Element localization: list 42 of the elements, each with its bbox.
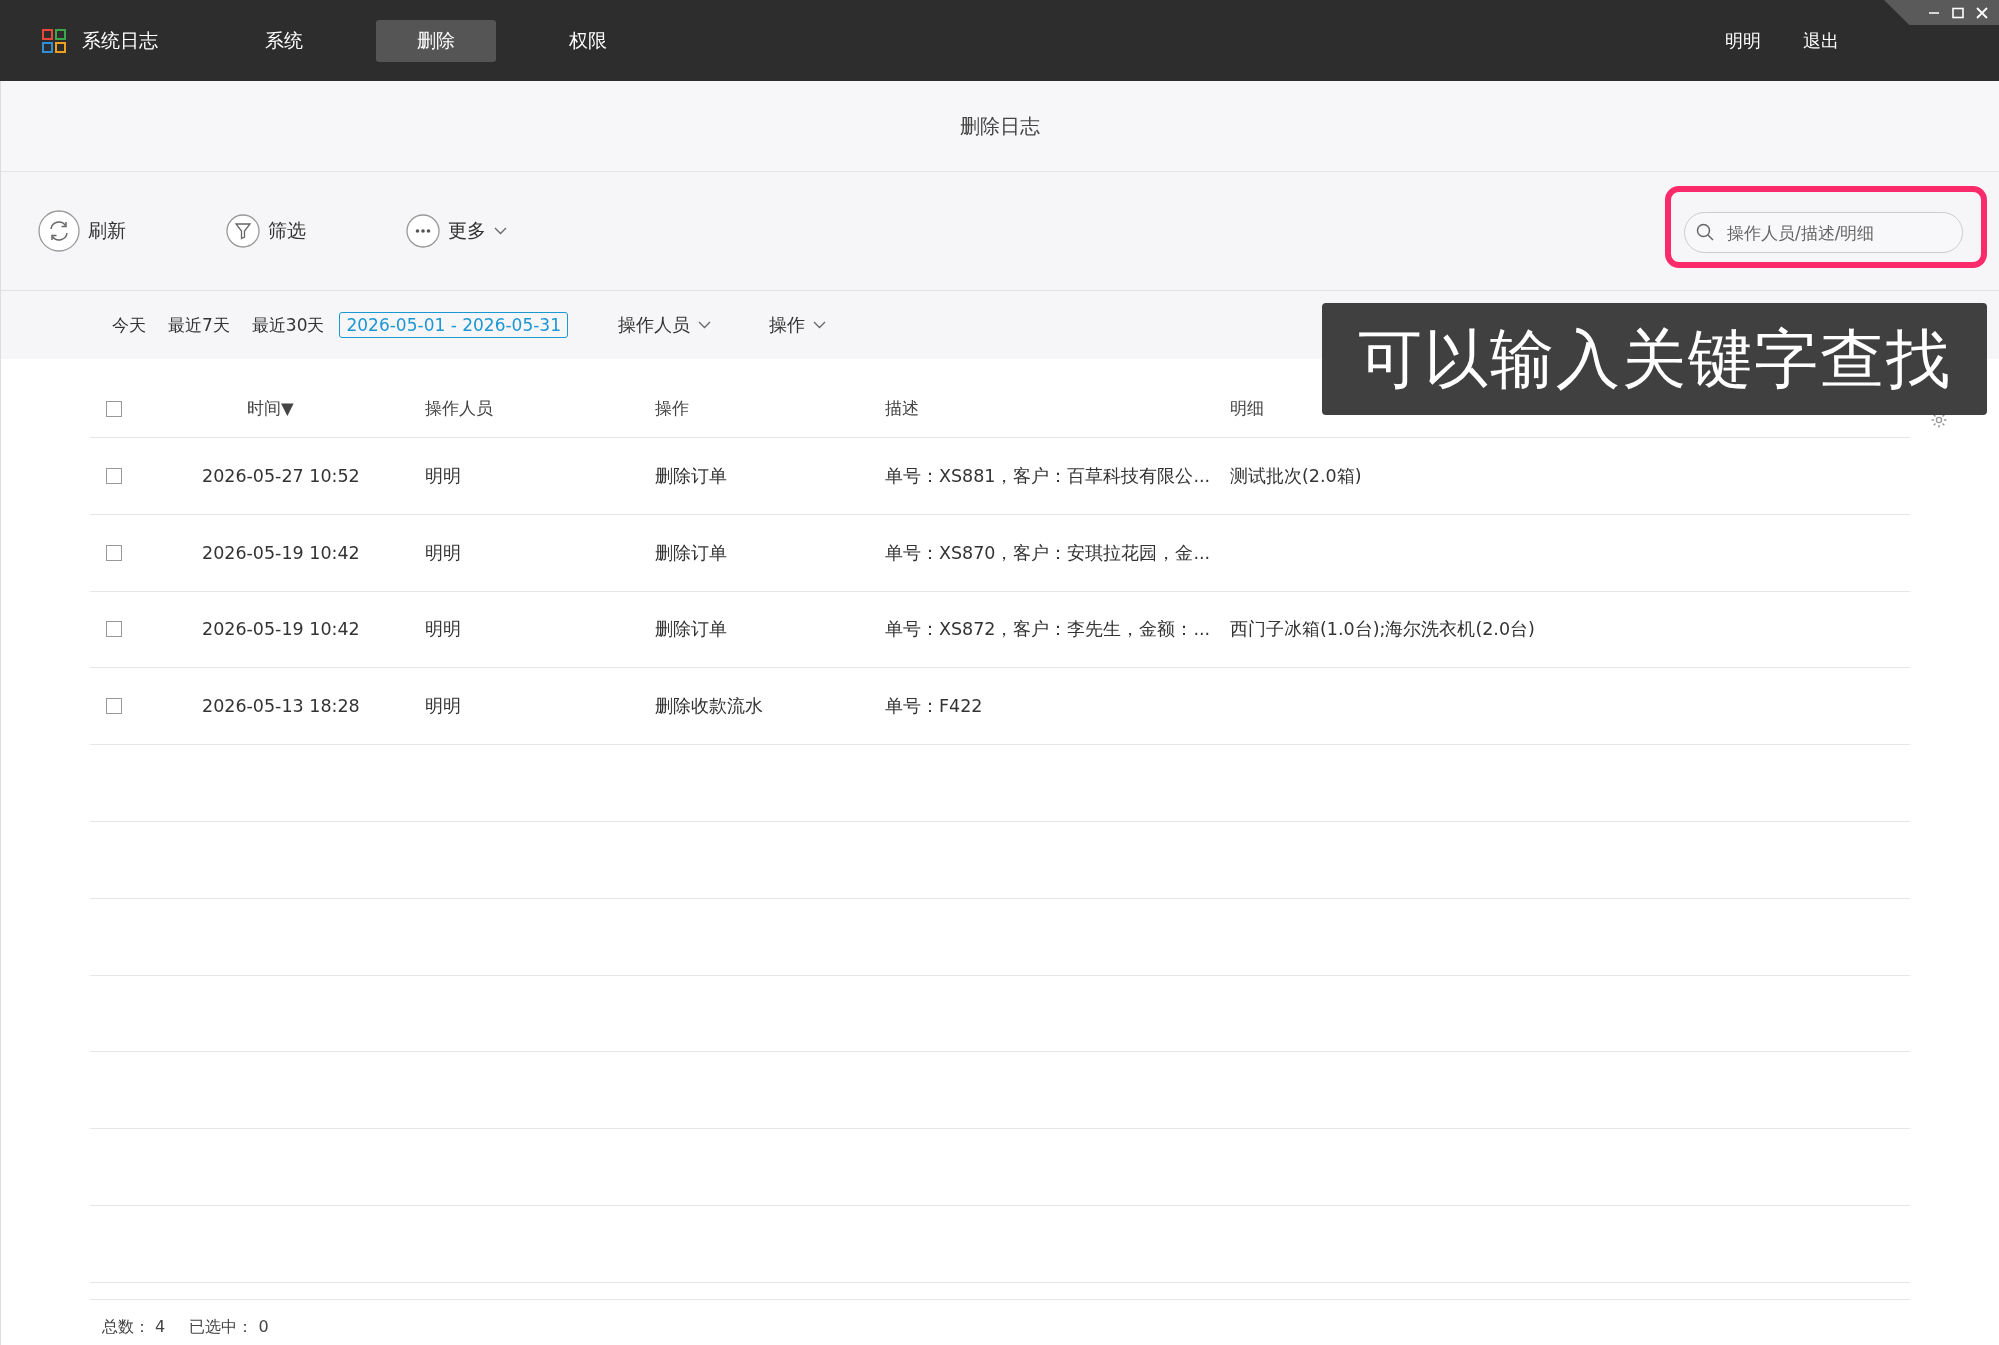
search-field[interactable]: 操作人员/描述/明细 bbox=[1684, 212, 1963, 253]
logout-link[interactable]: 退出 bbox=[1803, 28, 1839, 53]
table-cell-text: 2026-05-19 10:42 bbox=[202, 619, 361, 640]
user-name[interactable]: 明明 bbox=[1725, 28, 1761, 53]
date-range-option[interactable]: 最近7天 bbox=[161, 310, 237, 340]
table-cell-text: 删除收款流水 bbox=[655, 695, 764, 719]
table-cell-text: 2026-05-13 18:28 bbox=[202, 696, 361, 717]
app-title: 系统日志 bbox=[82, 27, 158, 53]
table-cell-text: 单号：XS881，客户：百草科技有限公... bbox=[885, 464, 1212, 488]
table-cell-text: 删除订单 bbox=[655, 541, 728, 565]
column-header[interactable]: 操作人员 bbox=[425, 398, 493, 420]
nav-tab[interactable]: 删除 bbox=[376, 19, 496, 62]
table-cell-text: 明明 bbox=[425, 464, 462, 488]
selected-count: 已选中： 0 bbox=[189, 1316, 269, 1338]
nav-tab[interactable]: 系统 bbox=[224, 19, 344, 62]
date-range-option[interactable]: 最近30天 bbox=[244, 310, 332, 340]
table-cell-text: 西门子冰箱(1.0台);海尔洗衣机(2.0台) bbox=[1230, 618, 1536, 642]
column-header[interactable]: 描述 bbox=[885, 398, 919, 420]
table-cell-text: 明明 bbox=[425, 541, 462, 565]
toolbar-button[interactable]: 更多 bbox=[406, 214, 507, 248]
table-cell-text: 单号：F422 bbox=[885, 695, 984, 719]
page-title: 删除日志 bbox=[0, 81, 1999, 172]
callout-caption: 可以输入关键字查找 bbox=[1322, 303, 1987, 415]
column-header[interactable]: 时间▼ bbox=[247, 398, 294, 420]
filter-dropdown[interactable]: 操作 bbox=[763, 312, 832, 338]
table-cell-text: 2026-05-19 10:42 bbox=[202, 542, 361, 563]
nav-tab[interactable]: 权限 bbox=[528, 19, 648, 62]
table-cell-text: 删除订单 bbox=[655, 464, 728, 488]
table-cell-text: 2026-05-27 10:52 bbox=[202, 465, 361, 486]
toolbar-button[interactable]: 筛选 bbox=[226, 214, 306, 248]
table-cell-text: 测试批次(2.0箱) bbox=[1230, 464, 1363, 488]
table-cell-text: 单号：XS872，客户：李先生，金额：... bbox=[885, 618, 1212, 642]
column-header[interactable]: 操作 bbox=[655, 398, 689, 420]
table-cell-text: 删除订单 bbox=[655, 618, 728, 642]
date-range-option[interactable]: 今天 bbox=[105, 310, 153, 340]
filter-dropdown[interactable]: 操作人员 bbox=[612, 312, 717, 338]
total-count: 总数： 4 bbox=[102, 1316, 166, 1338]
table-cell-text: 单号：XS870，客户：安琪拉花园，金... bbox=[885, 541, 1212, 565]
table-cell-text: 明明 bbox=[425, 618, 462, 642]
table-cell-text: 明明 bbox=[425, 695, 462, 719]
toolbar-button[interactable]: 刷新 bbox=[38, 210, 126, 252]
column-header[interactable]: 明细 bbox=[1230, 398, 1264, 420]
